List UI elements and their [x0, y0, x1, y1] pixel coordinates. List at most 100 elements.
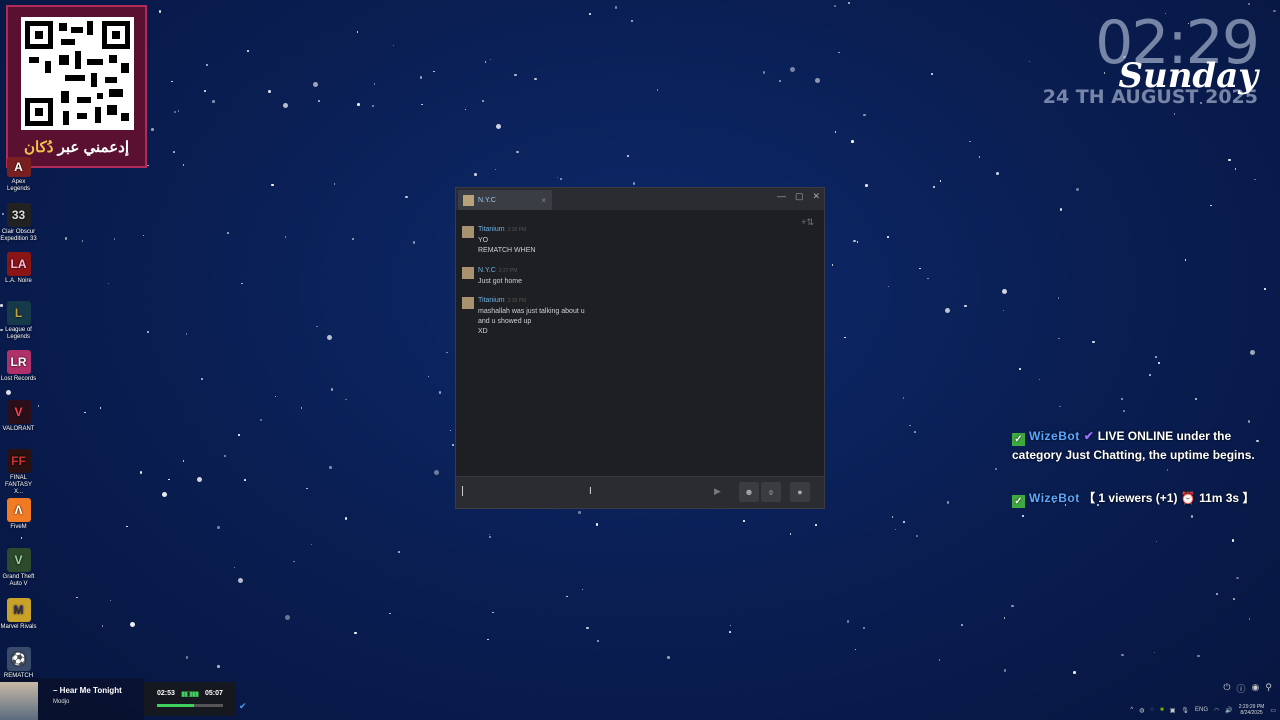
rematch-icon: ⚽ [6, 647, 31, 671]
star [345, 398, 347, 401]
star [330, 388, 334, 391]
star [838, 51, 840, 54]
notification-icon[interactable]: ▭ [1270, 707, 1276, 714]
desktop-icon-final-fantasy[interactable]: FF FINAL FANTASY X... [0, 449, 37, 496]
star [433, 470, 439, 476]
desktop-icon-la-noire[interactable]: LA L.A. Noire [0, 252, 37, 285]
track-title: – Hear Me Tonight [53, 686, 122, 695]
clock-overlay: 02:29 Sunday 24 TH AUGUST 2025 [1043, 12, 1260, 108]
star [357, 103, 360, 106]
power-icon[interactable]: ⏻ [1223, 682, 1230, 695]
star [487, 638, 489, 641]
ibeam-cursor-icon: I [589, 486, 592, 497]
progress-bar[interactable] [157, 704, 223, 707]
close-icon[interactable]: ✕ [812, 191, 820, 202]
link-icon[interactable]: ⚲ [1265, 682, 1272, 695]
sender-name[interactable]: Titanium [478, 297, 505, 304]
star [1038, 378, 1041, 381]
star [1155, 540, 1158, 542]
emoticon-button[interactable]: ☻ [739, 482, 759, 502]
steam-icon[interactable]: ◍ [1139, 707, 1144, 714]
star [1059, 208, 1063, 211]
desktop-icon-clair-obscur[interactable]: 33 Clair Obscur Expedition 33 [0, 203, 37, 243]
wifi-icon[interactable]: ◠ [1214, 707, 1219, 714]
system-tray: ⏻ ⓘ ◉ ⚲ ^ ◍ ◌ ■ ▣ 🎙 ENG ◠ 🔊 2:29:29 PM 8… [1090, 678, 1280, 720]
gta-v-icon: V [6, 548, 31, 572]
star [177, 110, 180, 112]
app-tray-icon[interactable]: ▣ [1170, 707, 1176, 714]
checkmark-app-icon[interactable]: ✔ [239, 701, 247, 712]
tab-close-icon[interactable]: × [541, 196, 546, 205]
desktop-icon-apex-legends[interactable]: A Apex Legends [0, 157, 37, 193]
star [306, 487, 308, 490]
star [903, 521, 905, 523]
star [1250, 349, 1256, 355]
now-playing-widget[interactable]: – Hear Me Tonight Modjo [0, 678, 144, 720]
star [1059, 405, 1061, 408]
sender-name[interactable]: Titanium [478, 226, 505, 233]
desktop-icon-label: Grand Theft Auto V [2, 574, 35, 587]
star [632, 182, 635, 185]
volume-icon[interactable]: 🔊 [1225, 707, 1232, 714]
expand-icon[interactable]: +⇅ [801, 217, 814, 228]
star [931, 73, 933, 75]
elapsed-time: 02:53 [157, 690, 175, 697]
nvidia-icon[interactable]: ■ [1160, 707, 1164, 713]
star [589, 13, 591, 15]
star [863, 627, 865, 629]
language-indicator[interactable]: ENG [1195, 707, 1208, 713]
message-time: 2:27 PM [498, 268, 518, 274]
star [182, 164, 185, 166]
desktop-icon-lost-records[interactable]: LR Lost Records [0, 350, 37, 383]
minimize-icon[interactable]: — [777, 191, 786, 202]
marvel-rivals-icon: M [6, 598, 31, 622]
star [1155, 356, 1157, 358]
attach-button[interactable]: ⌽ [761, 482, 781, 502]
star [158, 10, 162, 13]
star [916, 535, 918, 537]
star [449, 429, 452, 432]
microphone-icon[interactable]: 🎙 [1181, 707, 1189, 714]
star [789, 67, 795, 73]
star [1248, 618, 1251, 620]
desktop-icon-rematch[interactable]: ⚽ REMATCH [0, 647, 37, 680]
send-icon[interactable]: ▶ [714, 486, 721, 497]
desktop-icon-gta-v[interactable]: V Grand Theft Auto V [0, 548, 37, 588]
star [1190, 515, 1194, 518]
star [1254, 178, 1256, 181]
star [1057, 297, 1060, 299]
desktop-icon-fivem[interactable]: Λ FiveM [0, 498, 37, 531]
star [259, 418, 263, 422]
chat-input[interactable] [460, 482, 734, 504]
maximize-icon[interactable]: ▢ [795, 191, 804, 202]
bot-name: WizeBot [1029, 491, 1080, 505]
desktop-icon-league-of-legends[interactable]: L League of Legends [0, 301, 37, 341]
info-icon[interactable]: ⓘ [1237, 682, 1246, 695]
star [887, 236, 889, 238]
playback-widget[interactable]: 02:53 ▮▮▯▮▮▮ 05:07 [144, 682, 236, 716]
chevron-up-icon[interactable]: ^ [1130, 707, 1133, 713]
star [1149, 374, 1151, 376]
shield-icon[interactable]: ◉ [1252, 682, 1260, 695]
desktop-icon-valorant[interactable]: V VALORANT [0, 400, 37, 433]
chat-titlebar[interactable]: N.Y.C × — ▢ ✕ [456, 188, 824, 210]
star [534, 77, 537, 81]
valorant-icon: V [6, 400, 31, 424]
star [482, 100, 484, 102]
message-line: Just got home [478, 278, 522, 285]
star [168, 478, 170, 481]
star [300, 407, 303, 409]
star [851, 140, 854, 143]
star [268, 90, 271, 93]
taskbar-clock[interactable]: 2:29:29 PM 8/24/2025 [1239, 704, 1265, 716]
network-icon[interactable]: ◌ [1151, 707, 1155, 713]
voice-button[interactable]: ● [790, 482, 810, 502]
avatar [463, 194, 474, 206]
desktop-icon-label: Apex Legends [6, 179, 31, 192]
desktop-icon-marvel-rivals[interactable]: M Marvel Rivals [0, 598, 37, 631]
star [1002, 309, 1005, 312]
star [1197, 654, 1200, 658]
star [37, 405, 40, 407]
sender-name[interactable]: N.Y.C [478, 267, 496, 274]
chat-tab[interactable]: N.Y.C × [458, 190, 552, 210]
